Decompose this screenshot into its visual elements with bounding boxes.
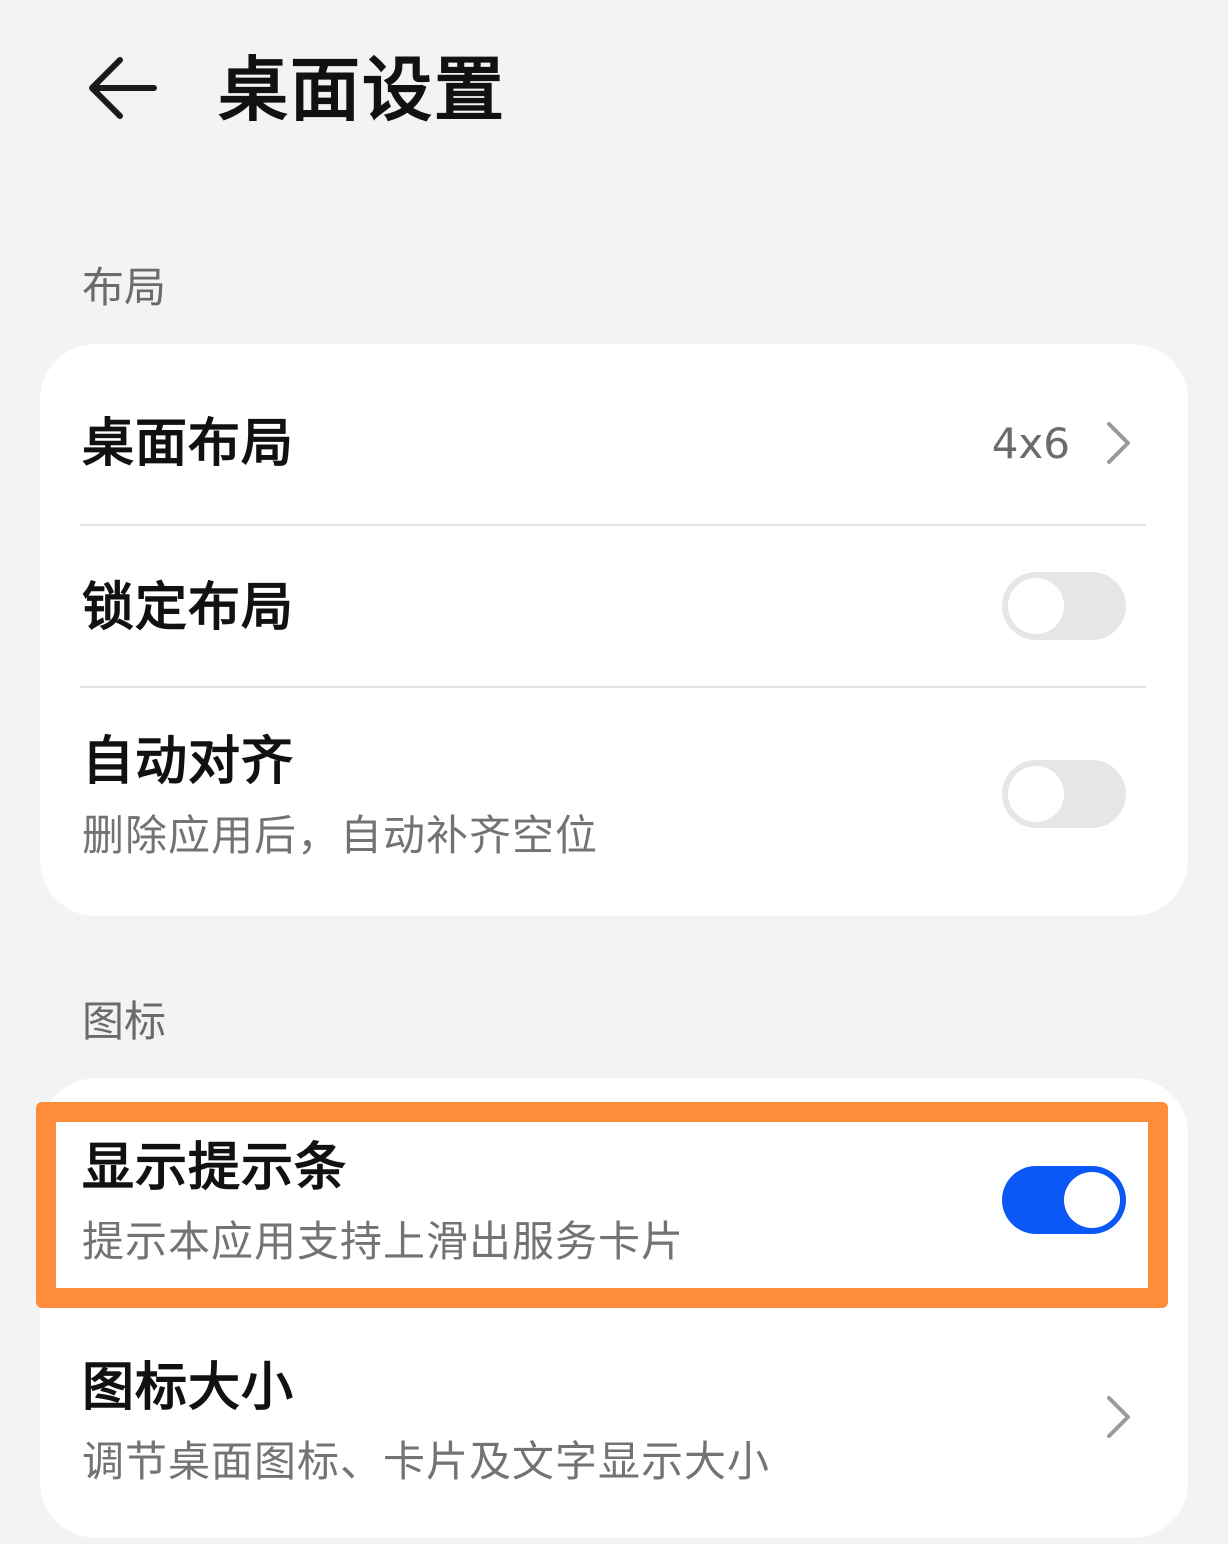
title-bar: 桌面设置: [0, 0, 1228, 180]
auto-align-title: 自动对齐: [82, 732, 295, 792]
show-hint-bar-row: 显示提示条 提示本应用支持上滑出服务卡片: [40, 1112, 1188, 1308]
page-title: 桌面设置: [218, 49, 506, 131]
show-hint-bar-toggle[interactable]: [1002, 1166, 1126, 1234]
toggle-knob: [1064, 1172, 1120, 1228]
lock-layout-title: 锁定布局: [82, 578, 295, 638]
icon-size-row[interactable]: 图标大小 调节桌面图标、卡片及文字显示大小: [40, 1328, 1188, 1538]
layout-settings-card: 桌面布局 4x6 锁定布局 自动对齐 删除应用后，自动补齐空位: [40, 344, 1188, 916]
toggle-knob: [1008, 578, 1064, 634]
auto-align-row: 自动对齐 删除应用后，自动补齐空位: [40, 688, 1188, 916]
show-hint-bar-subtitle: 提示本应用支持上滑出服务卡片: [82, 1217, 685, 1266]
toggle-knob: [1008, 766, 1064, 822]
back-button[interactable]: [72, 44, 172, 132]
icon-settings-card: 显示提示条 提示本应用支持上滑出服务卡片 图标大小 调节桌面图标、卡片及文字显示…: [40, 1078, 1188, 1538]
icon-size-title: 图标大小: [82, 1358, 295, 1418]
desktop-layout-value: 4x6: [991, 419, 1070, 468]
lock-layout-row: 锁定布局: [40, 526, 1188, 686]
section-label-icons: 图标: [82, 997, 167, 1046]
section-label-layout: 布局: [82, 263, 167, 312]
chevron-right-icon: [1107, 422, 1130, 464]
chevron-right-icon: [1107, 1396, 1130, 1438]
icon-size-subtitle: 调节桌面图标、卡片及文字显示大小: [82, 1437, 771, 1486]
auto-align-subtitle: 删除应用后，自动补齐空位: [82, 811, 599, 860]
auto-align-toggle[interactable]: [1002, 760, 1126, 828]
show-hint-bar-title: 显示提示条: [82, 1138, 348, 1198]
lock-layout-toggle[interactable]: [1002, 572, 1126, 640]
arrow-left-icon: [89, 57, 157, 119]
desktop-layout-row[interactable]: 桌面布局 4x6: [40, 344, 1188, 524]
desktop-layout-title: 桌面布局: [82, 414, 295, 474]
